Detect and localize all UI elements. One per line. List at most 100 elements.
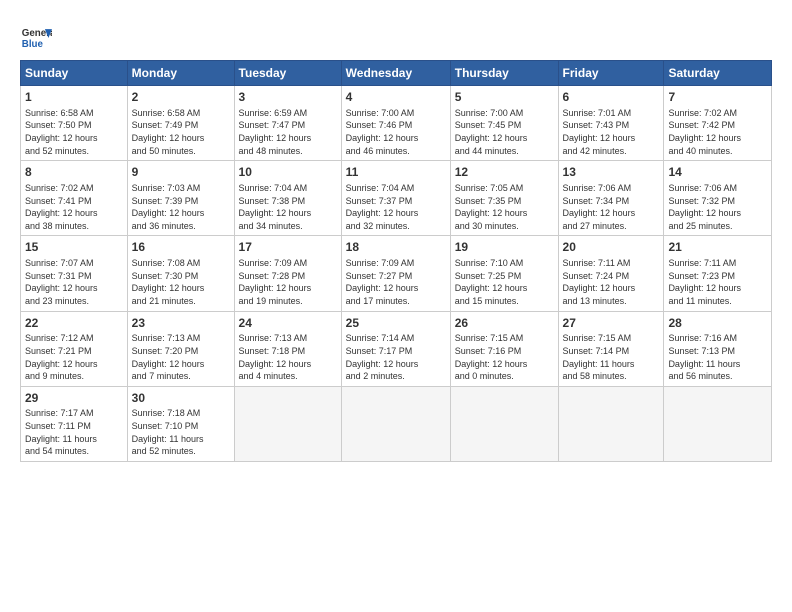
day-info: and 27 minutes. — [563, 220, 660, 233]
day-info: and 40 minutes. — [668, 145, 767, 158]
day-info: Sunset: 7:34 PM — [563, 195, 660, 208]
day-number: 22 — [25, 315, 123, 332]
day-info: Sunrise: 7:14 AM — [346, 332, 446, 345]
calendar-cell: 16Sunrise: 7:08 AMSunset: 7:30 PMDayligh… — [127, 236, 234, 311]
calendar-cell — [234, 386, 341, 461]
day-number: 5 — [455, 89, 554, 106]
calendar-cell: 23Sunrise: 7:13 AMSunset: 7:20 PMDayligh… — [127, 311, 234, 386]
day-of-week-header: Friday — [558, 61, 664, 86]
day-info: Sunset: 7:31 PM — [25, 270, 123, 283]
day-number: 29 — [25, 390, 123, 407]
day-info: Sunrise: 7:09 AM — [346, 257, 446, 270]
calendar-header-row: SundayMondayTuesdayWednesdayThursdayFrid… — [21, 61, 772, 86]
calendar-cell: 28Sunrise: 7:16 AMSunset: 7:13 PMDayligh… — [664, 311, 772, 386]
day-info: Daylight: 12 hours — [346, 132, 446, 145]
day-info: and 52 minutes. — [25, 145, 123, 158]
day-info: Sunrise: 7:02 AM — [668, 107, 767, 120]
day-info: and 4 minutes. — [239, 370, 337, 383]
day-info: Sunrise: 7:05 AM — [455, 182, 554, 195]
day-info: Daylight: 12 hours — [346, 282, 446, 295]
calendar-cell: 6Sunrise: 7:01 AMSunset: 7:43 PMDaylight… — [558, 86, 664, 161]
day-number: 16 — [132, 239, 230, 256]
day-info: and 0 minutes. — [455, 370, 554, 383]
day-info: and 7 minutes. — [132, 370, 230, 383]
day-number: 26 — [455, 315, 554, 332]
day-info: and 58 minutes. — [563, 370, 660, 383]
day-info: Sunrise: 7:09 AM — [239, 257, 337, 270]
day-info: Sunset: 7:17 PM — [346, 345, 446, 358]
day-number: 13 — [563, 164, 660, 181]
day-number: 7 — [668, 89, 767, 106]
calendar-row: 15Sunrise: 7:07 AMSunset: 7:31 PMDayligh… — [21, 236, 772, 311]
day-info: Sunrise: 6:59 AM — [239, 107, 337, 120]
day-info: Sunset: 7:10 PM — [132, 420, 230, 433]
svg-text:Blue: Blue — [22, 39, 44, 50]
day-info: Sunset: 7:24 PM — [563, 270, 660, 283]
day-info: Sunrise: 7:11 AM — [563, 257, 660, 270]
day-info: Sunrise: 7:07 AM — [25, 257, 123, 270]
calendar-cell: 13Sunrise: 7:06 AMSunset: 7:34 PMDayligh… — [558, 161, 664, 236]
logo-icon: General Blue — [20, 22, 52, 54]
day-number: 24 — [239, 315, 337, 332]
day-info: Sunset: 7:32 PM — [668, 195, 767, 208]
day-info: Sunrise: 7:12 AM — [25, 332, 123, 345]
day-number: 11 — [346, 164, 446, 181]
day-info: Sunset: 7:13 PM — [668, 345, 767, 358]
calendar-cell: 4Sunrise: 7:00 AMSunset: 7:46 PMDaylight… — [341, 86, 450, 161]
day-info: Sunset: 7:14 PM — [563, 345, 660, 358]
day-info: Sunrise: 7:15 AM — [563, 332, 660, 345]
day-info: Sunset: 7:46 PM — [346, 119, 446, 132]
day-info: Daylight: 12 hours — [668, 282, 767, 295]
day-of-week-header: Wednesday — [341, 61, 450, 86]
calendar-cell: 10Sunrise: 7:04 AMSunset: 7:38 PMDayligh… — [234, 161, 341, 236]
day-number: 28 — [668, 315, 767, 332]
day-info: Daylight: 12 hours — [239, 132, 337, 145]
calendar-cell: 3Sunrise: 6:59 AMSunset: 7:47 PMDaylight… — [234, 86, 341, 161]
calendar-cell: 1Sunrise: 6:58 AMSunset: 7:50 PMDaylight… — [21, 86, 128, 161]
day-of-week-header: Sunday — [21, 61, 128, 86]
day-info: Daylight: 12 hours — [25, 358, 123, 371]
calendar-cell: 18Sunrise: 7:09 AMSunset: 7:27 PMDayligh… — [341, 236, 450, 311]
day-info: Sunset: 7:23 PM — [668, 270, 767, 283]
day-info: Daylight: 12 hours — [455, 207, 554, 220]
day-info: Daylight: 12 hours — [346, 358, 446, 371]
day-number: 2 — [132, 89, 230, 106]
day-info: and 9 minutes. — [25, 370, 123, 383]
day-info: Daylight: 12 hours — [563, 207, 660, 220]
day-info: Sunrise: 7:00 AM — [346, 107, 446, 120]
day-info: Daylight: 12 hours — [25, 282, 123, 295]
day-number: 21 — [668, 239, 767, 256]
day-info: and 23 minutes. — [25, 295, 123, 308]
calendar-body: 1Sunrise: 6:58 AMSunset: 7:50 PMDaylight… — [21, 86, 772, 462]
day-number: 9 — [132, 164, 230, 181]
calendar-cell: 15Sunrise: 7:07 AMSunset: 7:31 PMDayligh… — [21, 236, 128, 311]
day-info: Sunset: 7:39 PM — [132, 195, 230, 208]
day-info: Sunset: 7:30 PM — [132, 270, 230, 283]
day-info: Sunrise: 7:10 AM — [455, 257, 554, 270]
day-info: Sunrise: 7:11 AM — [668, 257, 767, 270]
calendar-cell: 2Sunrise: 6:58 AMSunset: 7:49 PMDaylight… — [127, 86, 234, 161]
day-number: 6 — [563, 89, 660, 106]
day-number: 4 — [346, 89, 446, 106]
calendar-cell: 5Sunrise: 7:00 AMSunset: 7:45 PMDaylight… — [450, 86, 558, 161]
day-info: Sunrise: 7:02 AM — [25, 182, 123, 195]
day-info: Daylight: 12 hours — [455, 282, 554, 295]
day-info: and 15 minutes. — [455, 295, 554, 308]
calendar-cell: 7Sunrise: 7:02 AMSunset: 7:42 PMDaylight… — [664, 86, 772, 161]
day-info: and 2 minutes. — [346, 370, 446, 383]
day-number: 15 — [25, 239, 123, 256]
calendar-cell: 21Sunrise: 7:11 AMSunset: 7:23 PMDayligh… — [664, 236, 772, 311]
day-info: and 48 minutes. — [239, 145, 337, 158]
calendar-cell — [341, 386, 450, 461]
day-info: Sunrise: 7:06 AM — [668, 182, 767, 195]
day-number: 23 — [132, 315, 230, 332]
day-info: Sunset: 7:11 PM — [25, 420, 123, 433]
day-info: Daylight: 12 hours — [132, 358, 230, 371]
day-info: Daylight: 12 hours — [668, 207, 767, 220]
day-info: Sunset: 7:18 PM — [239, 345, 337, 358]
day-info: Sunset: 7:21 PM — [25, 345, 123, 358]
calendar-cell: 8Sunrise: 7:02 AMSunset: 7:41 PMDaylight… — [21, 161, 128, 236]
day-info: and 46 minutes. — [346, 145, 446, 158]
day-info: Sunrise: 7:01 AM — [563, 107, 660, 120]
day-info: Daylight: 11 hours — [25, 433, 123, 446]
